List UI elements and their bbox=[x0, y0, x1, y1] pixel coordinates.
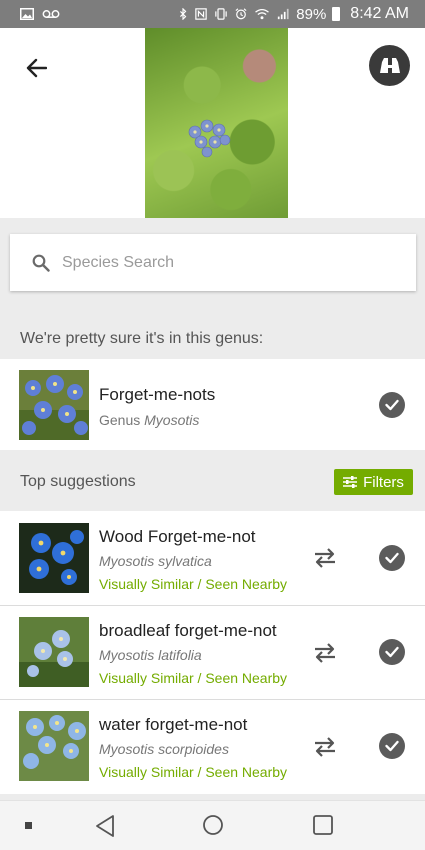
suggestion-common-name: water forget-me-not bbox=[99, 715, 248, 734]
genus-rank: Genus bbox=[99, 412, 141, 428]
suggestion-scientific-text: Myosotis scorpioides bbox=[99, 741, 229, 757]
navigation-bar bbox=[0, 800, 425, 850]
compare-button[interactable] bbox=[312, 734, 338, 760]
suggestion-scientific-name: Myosotis sylvatica bbox=[99, 553, 212, 569]
select-genus-button[interactable] bbox=[379, 392, 405, 418]
suggestion-thumbnail bbox=[19, 617, 89, 687]
suggestion-scientific-text: Myosotis sylvatica bbox=[99, 553, 212, 569]
genus-scientific: Myosotis bbox=[144, 412, 200, 428]
nav-dot-button[interactable] bbox=[24, 821, 34, 831]
compare-button[interactable] bbox=[312, 640, 338, 666]
suggestion-reason: Visually Similar / Seen Nearby bbox=[99, 764, 288, 780]
check-icon bbox=[385, 399, 399, 411]
genus-row[interactable]: Forget-me-nots Genus Myosotis bbox=[0, 359, 425, 450]
suggestion-thumbnail bbox=[19, 523, 89, 593]
suggestion-row[interactable]: broadleaf forget-me-not Myosotis latifol… bbox=[0, 606, 425, 699]
signal-icon bbox=[278, 8, 289, 20]
swap-icon bbox=[315, 737, 335, 757]
suggestion-common-name: broadleaf forget-me-not bbox=[99, 621, 277, 640]
check-icon bbox=[385, 552, 399, 564]
back-button[interactable] bbox=[18, 50, 54, 86]
search-input[interactable] bbox=[62, 253, 362, 272]
species-search[interactable] bbox=[10, 234, 416, 291]
binoculars-button[interactable] bbox=[369, 45, 410, 86]
genus-rank-line: Genus Myosotis bbox=[99, 412, 199, 428]
nav-home-icon bbox=[203, 815, 223, 835]
suggestion-scientific-text: Myosotis latifolia bbox=[99, 647, 202, 663]
image-icon bbox=[20, 8, 34, 20]
select-suggestion-button[interactable] bbox=[379, 639, 405, 665]
square-dot-icon bbox=[25, 822, 32, 829]
battery-percent: 89% bbox=[296, 5, 327, 23]
battery-icon bbox=[332, 7, 341, 21]
header bbox=[0, 28, 425, 218]
genus-name: Forget-me-nots bbox=[99, 385, 216, 404]
suggestion-thumbnail bbox=[19, 711, 89, 781]
filters-button[interactable]: Filters bbox=[334, 469, 413, 495]
suggestion-row[interactable]: Wood Forget-me-not Myosotis sylvatica Vi… bbox=[0, 511, 425, 605]
suggestion-scientific-name: Myosotis scorpioides bbox=[99, 741, 229, 757]
clock: 8:42 AM bbox=[350, 5, 409, 22]
nav-recents-icon bbox=[313, 815, 333, 835]
suggestion-scientific-name: Myosotis latifolia bbox=[99, 647, 202, 663]
top-suggestions-label: Top suggestions bbox=[20, 473, 136, 490]
suggestion-common-name: Wood Forget-me-not bbox=[99, 527, 256, 546]
nav-back-button[interactable] bbox=[94, 814, 116, 838]
vibrate-icon bbox=[215, 8, 228, 20]
bluetooth-icon bbox=[180, 8, 187, 20]
suggestion-row[interactable]: water forget-me-not Myosotis scorpioides… bbox=[0, 700, 425, 794]
suggestion-reason: Visually Similar / Seen Nearby bbox=[99, 670, 288, 686]
wifi-icon bbox=[255, 8, 270, 20]
status-bar: 89% 8:42 AM bbox=[0, 0, 425, 28]
voicemail-icon bbox=[42, 10, 60, 18]
compare-button[interactable] bbox=[312, 545, 338, 571]
alarm-icon bbox=[235, 8, 247, 20]
nfc-icon bbox=[195, 8, 208, 20]
check-icon bbox=[385, 740, 399, 752]
genus-thumbnail bbox=[19, 370, 89, 440]
nav-recents-button[interactable] bbox=[312, 814, 334, 836]
binoculars-icon bbox=[379, 57, 400, 73]
flower-cluster bbox=[188, 119, 231, 158]
filters-icon bbox=[343, 476, 358, 488]
suggestion-reason: Visually Similar / Seen Nearby bbox=[99, 576, 288, 592]
swap-icon bbox=[315, 643, 335, 663]
back-arrow-icon bbox=[26, 58, 47, 78]
observation-photo[interactable] bbox=[145, 28, 288, 218]
swap-icon bbox=[315, 548, 335, 568]
search-icon bbox=[32, 254, 50, 272]
select-suggestion-button[interactable] bbox=[379, 545, 405, 571]
filters-label: Filters bbox=[363, 473, 404, 491]
genus-section-label: We're pretty sure it's in this genus: bbox=[20, 330, 264, 347]
nav-back-icon bbox=[96, 815, 114, 837]
nav-home-button[interactable] bbox=[202, 814, 224, 836]
check-icon bbox=[385, 646, 399, 658]
select-suggestion-button[interactable] bbox=[379, 733, 405, 759]
